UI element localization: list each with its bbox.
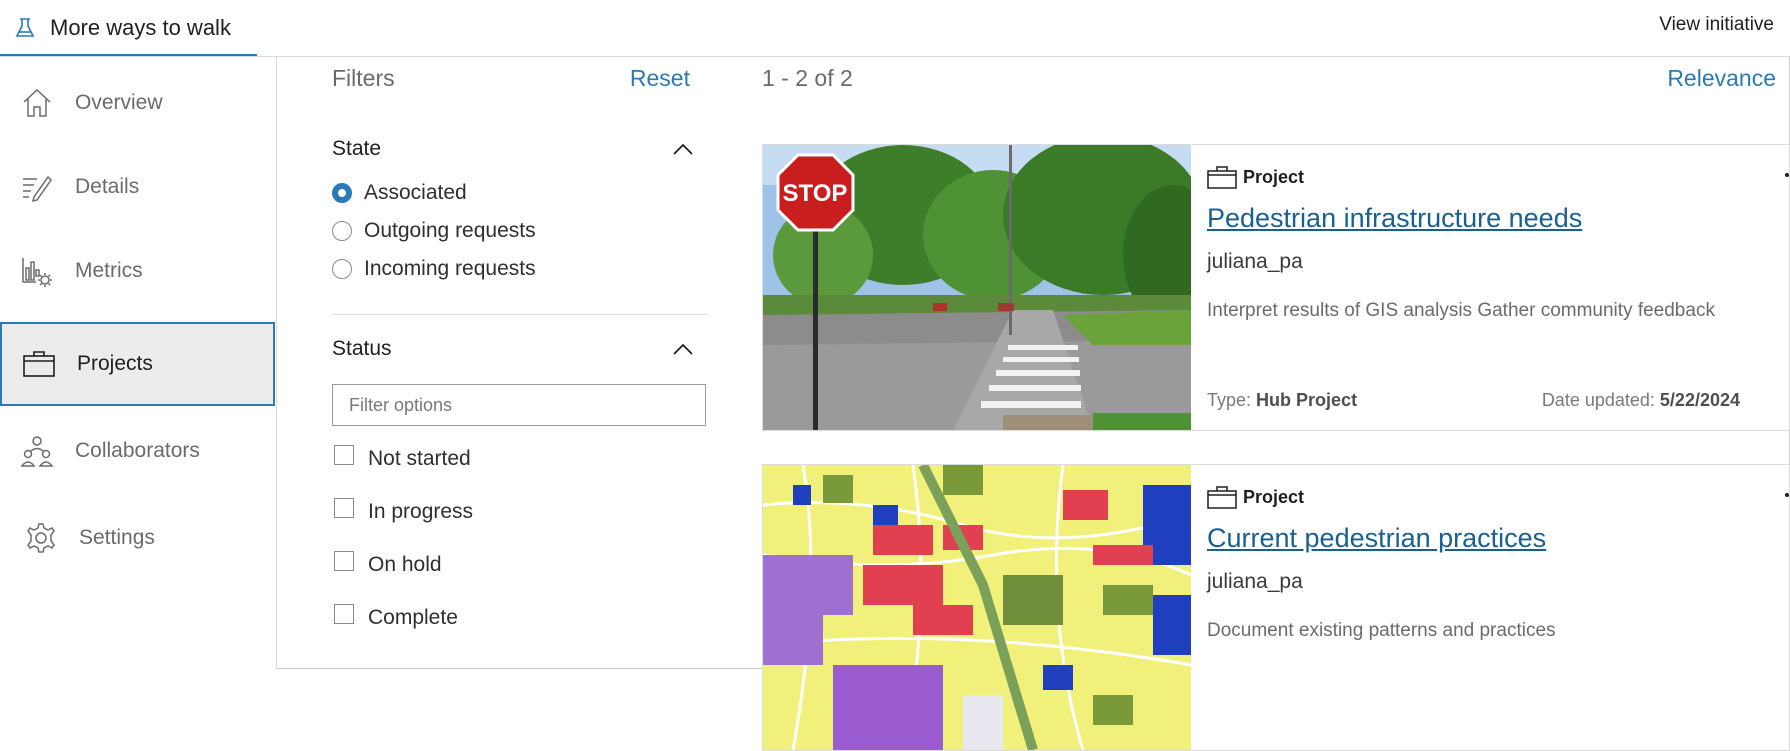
more-actions-icon[interactable] [1785,173,1789,177]
checkbox[interactable] [334,445,354,465]
view-initiative-link[interactable]: View initiative [1659,14,1774,36]
project-card-body: Project Pedestrian infrastructure needs … [1207,145,1789,430]
initiative-title[interactable]: More ways to walk [14,12,231,44]
zoning-map [763,465,1191,750]
date-label: Date updated: [1541,390,1655,410]
checkbox[interactable] [334,604,354,624]
section-divider [332,314,708,315]
checkbox-label: In progress [368,500,474,523]
item-type: Project [1207,485,1304,509]
status-option-on-hold[interactable]: On hold [334,551,442,577]
checkbox[interactable] [334,551,354,571]
type-label: Type: [1207,390,1252,410]
home-icon [23,88,51,117]
reset-button[interactable]: Reset [630,65,690,92]
checkbox[interactable] [334,498,354,518]
checkbox-label: Not started [368,447,471,470]
status-option-in-progress[interactable]: In progress [334,498,474,524]
sidebar-item-label: Collaborators [75,439,200,462]
sidebar-item-label: Settings [79,526,155,549]
state-option-associated[interactable]: Associated [332,181,467,205]
status-option-not-started[interactable]: Not started [334,445,471,471]
more-actions-icon[interactable] [1785,493,1789,497]
date-updated: Date updated: 5/22/2024 [1542,390,1740,411]
date-value: 5/22/2024 [1659,390,1740,410]
metrics-icon [22,258,52,287]
radio-selected[interactable] [332,183,352,203]
top-bar: More ways to walk View initiative [0,0,1790,57]
filters-header: Filters Reset [332,65,690,92]
sidebar-item-projects[interactable]: Projects [0,322,275,406]
radio-label: Incoming requests [364,257,536,280]
project-title-link[interactable]: Pedestrian infrastructure needs [1207,203,1582,234]
briefcase-icon [1207,166,1237,189]
project-card: Project Current pedestrian practices jul… [762,464,1790,751]
people-icon [20,436,54,467]
checkbox-label: Complete [368,606,458,629]
briefcase-icon [23,351,55,377]
gear-icon [27,523,55,553]
results-header: 1 - 2 of 2 Relevance [762,65,1776,92]
chevron-up-icon[interactable] [672,342,694,356]
edit-icon [23,175,52,203]
sidebar-item-metrics[interactable]: Metrics [0,229,275,313]
sidebar: Overview Details Metrics Projects Collab… [0,57,277,669]
street-photo: STOP [763,145,1191,430]
filters-panel: Filters Reset State Associated Outgoing … [332,57,708,669]
sidebar-item-label: Metrics [75,259,143,282]
project-card: STOP Project Pedestrian infrastructure n… [762,144,1790,431]
project-title-link[interactable]: Current pedestrian practices [1207,523,1546,554]
sidebar-item-collaborators[interactable]: Collaborators [0,409,275,493]
sidebar-item-overview[interactable]: Overview [0,61,275,145]
project-meta: Type: Hub Project Date updated: 5/22/202… [1207,390,1740,411]
project-description: Document existing patterns and practices [1207,620,1556,641]
project-card-body: Project Current pedestrian practices jul… [1207,465,1789,750]
item-type-label: Project [1243,486,1305,507]
briefcase-icon [1207,486,1237,509]
results-count: 1 - 2 of 2 [762,65,853,91]
sidebar-item-settings[interactable]: Settings [0,496,275,580]
sort-dropdown[interactable]: Relevance [1667,65,1776,92]
status-option-complete[interactable]: Complete [334,604,458,630]
initiative-title-text: More ways to walk [50,15,231,40]
sidebar-item-details[interactable]: Details [0,145,275,229]
project-thumbnail-street[interactable]: STOP [763,145,1191,430]
project-owner: juliana_pa [1207,250,1303,273]
title-underline [0,54,257,56]
radio-label: Outgoing requests [364,219,536,242]
project-description: Interpret results of GIS analysis Gather… [1207,300,1715,321]
type-value: Hub Project [1256,390,1358,410]
sidebar-item-label: Details [75,175,140,198]
project-owner: juliana_pa [1207,570,1303,593]
state-option-outgoing[interactable]: Outgoing requests [332,219,536,243]
chevron-up-icon[interactable] [672,142,694,156]
filter-options-input[interactable] [332,384,706,426]
item-type: Project [1207,165,1304,189]
filters-title: Filters [332,65,395,91]
status-section-title: Status [332,337,392,360]
checkbox-label: On hold [368,553,442,576]
project-thumbnail-map[interactable] [763,465,1191,750]
radio-unselected[interactable] [332,259,352,279]
svg-text:STOP: STOP [783,180,848,207]
radio-label: Associated [364,181,467,204]
sidebar-item-label: Overview [75,91,163,114]
radio-unselected[interactable] [332,221,352,241]
state-option-incoming[interactable]: Incoming requests [332,257,536,281]
state-section-title: State [332,137,382,160]
sidebar-item-label: Projects [77,352,153,375]
item-type-label: Project [1243,166,1305,187]
initiative-icon [15,18,35,37]
